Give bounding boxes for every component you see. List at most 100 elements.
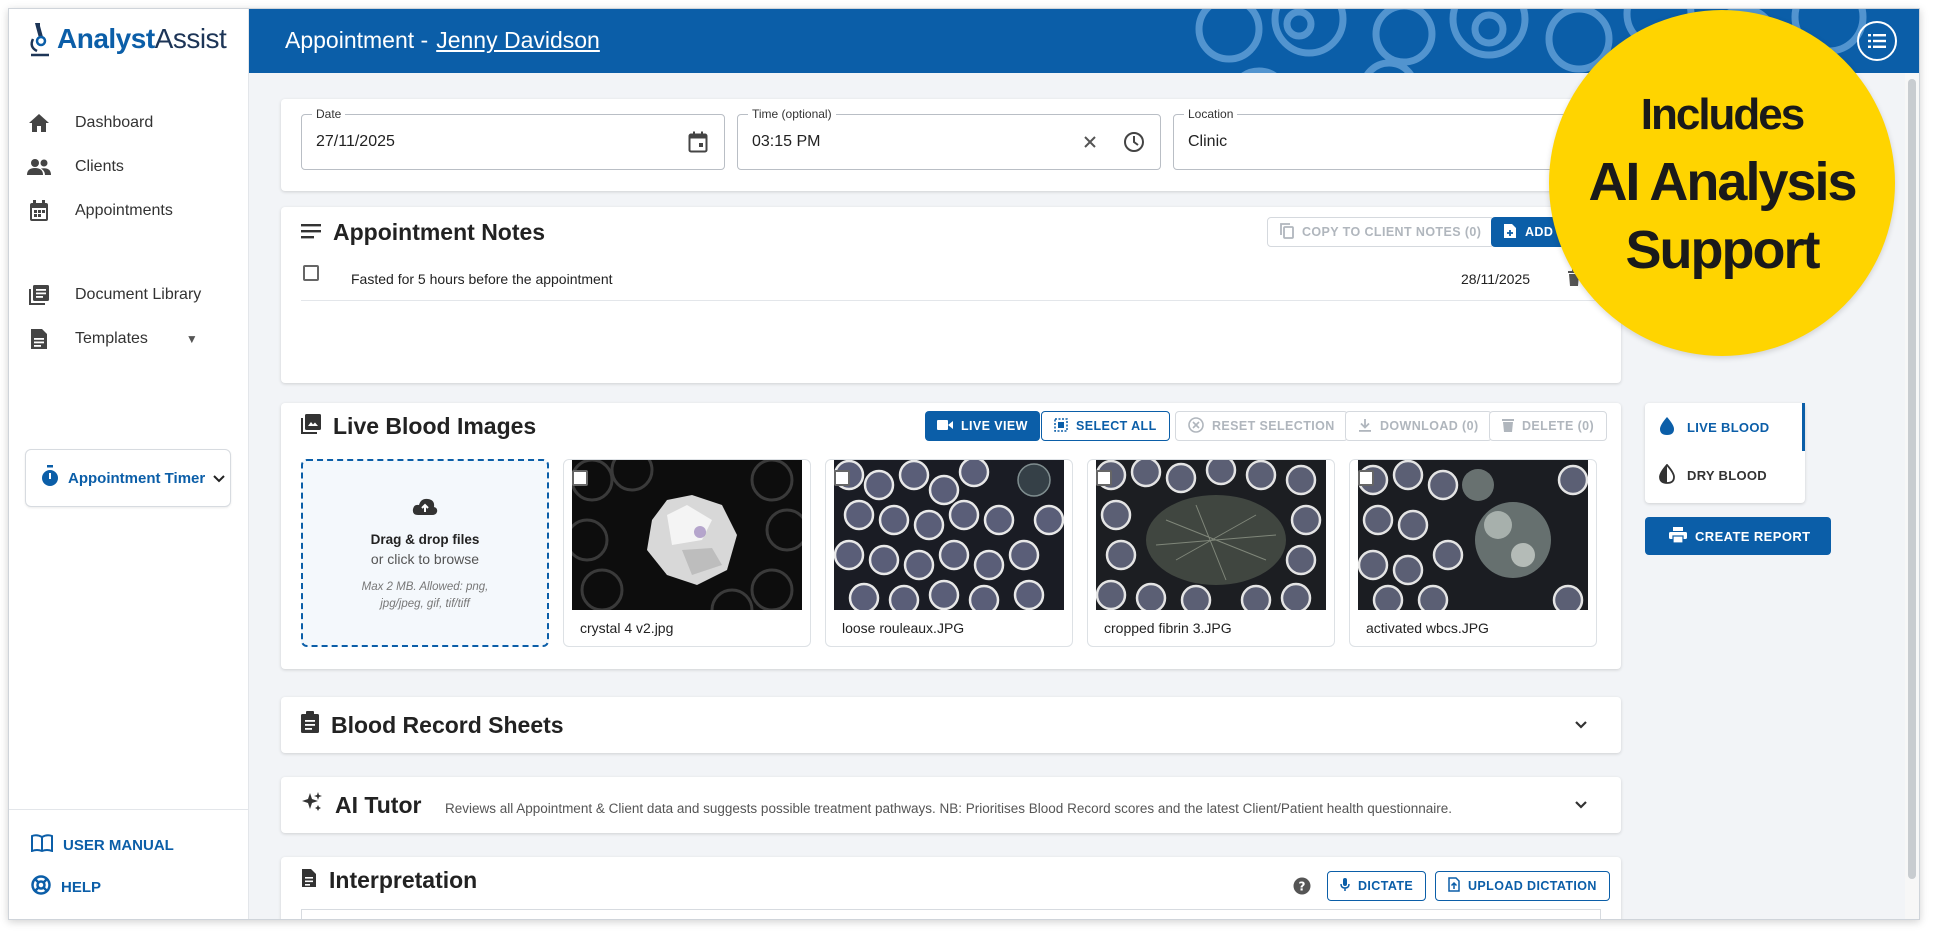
live-view-label: LIVE VIEW xyxy=(961,419,1028,433)
tab-dry-blood[interactable]: DRY BLOOD xyxy=(1645,451,1805,499)
book-icon xyxy=(31,834,53,856)
badge-line-1: Includes xyxy=(1640,90,1805,139)
time-field[interactable]: Time (optional) 03:15 PM xyxy=(737,107,1161,170)
live-view-button[interactable]: LIVE VIEW xyxy=(925,411,1040,441)
page-scrollbar[interactable] xyxy=(1905,73,1919,919)
image-caption: crystal 4 v2.jpg xyxy=(580,620,674,636)
reset-label: RESET SELECTION xyxy=(1212,419,1335,433)
create-report-button[interactable]: CREATE REPORT xyxy=(1645,517,1831,555)
help-label: HELP xyxy=(61,878,102,896)
date-value: 27/11/2025 xyxy=(316,133,395,150)
sidebar-item-templates[interactable]: Templates ▼ xyxy=(9,317,249,361)
chevron-down-icon[interactable]: ▼ xyxy=(186,332,198,346)
location-value: Clinic xyxy=(1188,133,1228,150)
chevron-down-icon xyxy=(213,470,225,487)
sidebar: AnalystAssist Dashboard Clients Appointm… xyxy=(9,9,249,919)
sidebar-item-document-library[interactable]: Document Library xyxy=(9,273,249,317)
tab-live-label: LIVE BLOOD xyxy=(1687,419,1770,435)
interpretation-editor[interactable] xyxy=(301,909,1601,919)
ai-tutor-title: AI Tutor xyxy=(335,791,422,818)
user-manual-label: USER MANUAL xyxy=(63,836,174,854)
download-button[interactable]: DOWNLOAD (0) xyxy=(1345,411,1492,441)
note-date: 28/11/2025 xyxy=(1461,271,1531,287)
list-icon xyxy=(1868,34,1886,48)
calendar-icon[interactable] xyxy=(686,130,710,154)
appointment-timer-button[interactable]: Appointment Timer xyxy=(25,449,231,507)
location-label: Location xyxy=(1184,107,1238,121)
blood-image-thumbnail[interactable] xyxy=(1358,460,1588,610)
blood-image-thumbnail[interactable] xyxy=(1096,460,1326,610)
blood-image-thumbnail[interactable] xyxy=(834,460,1064,610)
chevron-down-icon[interactable] xyxy=(1571,715,1591,735)
badge-line-3: Support xyxy=(1625,220,1821,280)
ai-tutor-panel[interactable]: AI Tutor Reviews all Appointment & Clien… xyxy=(281,777,1621,833)
blood-record-sheets-panel[interactable]: Blood Record Sheets xyxy=(281,697,1621,753)
trash-icon xyxy=(1502,417,1514,436)
download-label: DOWNLOAD (0) xyxy=(1380,419,1479,433)
image-card[interactable]: loose rouleaux.JPG xyxy=(825,459,1073,647)
logo[interactable]: AnalystAssist xyxy=(27,19,227,59)
help-link[interactable]: HELP xyxy=(31,866,249,908)
clock-icon[interactable] xyxy=(1122,130,1146,154)
date-field[interactable]: Date 27/11/2025 xyxy=(301,107,725,170)
clear-icon[interactable] xyxy=(1078,130,1102,154)
blood-image-thumbnail[interactable] xyxy=(572,460,802,610)
image-checkbox[interactable] xyxy=(1358,470,1374,486)
microscope-icon xyxy=(30,23,49,57)
delete-button[interactable]: DELETE (0) xyxy=(1489,411,1608,441)
copy-to-client-notes-button[interactable]: COPY TO CLIENT NOTES (0) xyxy=(1267,217,1495,247)
sidebar-item-clients[interactable]: Clients xyxy=(9,145,249,189)
contrast-drop-icon xyxy=(1659,463,1675,487)
user-manual-link[interactable]: USER MANUAL xyxy=(31,824,249,866)
chevron-down-icon[interactable] xyxy=(1571,795,1591,815)
image-card[interactable]: cropped fibrin 3.JPG xyxy=(1087,459,1335,647)
images-header: Live Blood Images xyxy=(301,413,536,440)
image-card[interactable]: activated wbcs.JPG xyxy=(1349,459,1597,647)
image-caption: activated wbcs.JPG xyxy=(1366,620,1489,636)
sidebar-item-appointments[interactable]: Appointments xyxy=(9,189,249,233)
location-field[interactable]: Location Clinic xyxy=(1173,107,1597,170)
dictate-label: DICTATE xyxy=(1358,879,1414,893)
printer-icon xyxy=(1669,526,1687,546)
menu-button[interactable] xyxy=(1857,21,1897,61)
live-blood-images-card: Live Blood Images LIVE VIEW SELECT ALL R… xyxy=(281,403,1621,669)
interpretation-card: Interpretation ? DICTATE UPLOAD DICTATIO… xyxy=(281,857,1621,919)
scrollbar-thumb[interactable] xyxy=(1908,79,1916,879)
blood-record-header: Blood Record Sheets xyxy=(301,711,564,739)
select-all-icon xyxy=(1054,417,1068,435)
client-name-link[interactable]: Jenny Davidson xyxy=(436,27,600,53)
image-checkbox[interactable] xyxy=(834,470,850,486)
image-checkbox[interactable] xyxy=(572,470,588,486)
reset-selection-button[interactable]: RESET SELECTION xyxy=(1175,411,1348,441)
dropzone-hint: Max 2 MB. Allowed: png, jpg/jpeg, gif, t… xyxy=(361,581,489,610)
help-circle-icon[interactable]: ? xyxy=(1293,877,1311,900)
sidebar-footer: USER MANUAL HELP xyxy=(9,809,249,919)
upload-dictation-button[interactable]: UPLOAD DICTATION xyxy=(1435,871,1610,901)
file-dropzone[interactable]: Drag & drop files or click to browse Max… xyxy=(301,459,549,647)
tab-live-blood[interactable]: LIVE BLOOD xyxy=(1645,403,1805,451)
date-label: Date xyxy=(312,107,346,121)
clipboard-icon xyxy=(301,711,319,739)
sidebar-item-dashboard[interactable]: Dashboard xyxy=(9,101,249,145)
water-drop-icon xyxy=(1659,416,1675,439)
svg-text:?: ? xyxy=(1299,880,1306,894)
library-icon xyxy=(25,283,53,307)
select-all-button[interactable]: SELECT ALL xyxy=(1041,411,1170,441)
timer-label: Appointment Timer xyxy=(68,469,206,487)
image-checkbox[interactable] xyxy=(1096,470,1112,486)
dropzone-subtitle: or click to browse xyxy=(370,551,480,567)
document-icon xyxy=(301,867,317,894)
image-card[interactable]: crystal 4 v2.jpg xyxy=(563,459,811,647)
appointment-details-card: Date 27/11/2025 Time (optional) 03:15 PM… xyxy=(281,99,1621,191)
blood-type-tabs: LIVE BLOOD DRY BLOOD xyxy=(1645,403,1805,503)
dropzone-title: Drag & drop files xyxy=(370,532,480,547)
blood-record-title: Blood Record Sheets xyxy=(331,711,564,738)
sidebar-item-label: Appointments xyxy=(75,202,173,219)
home-icon xyxy=(25,111,53,135)
interpretation-title: Interpretation xyxy=(329,867,478,893)
note-checkbox[interactable] xyxy=(303,265,319,281)
dictate-button[interactable]: DICTATE xyxy=(1327,871,1427,901)
image-collection-icon xyxy=(301,413,321,440)
create-report-label: CREATE REPORT xyxy=(1695,528,1811,544)
